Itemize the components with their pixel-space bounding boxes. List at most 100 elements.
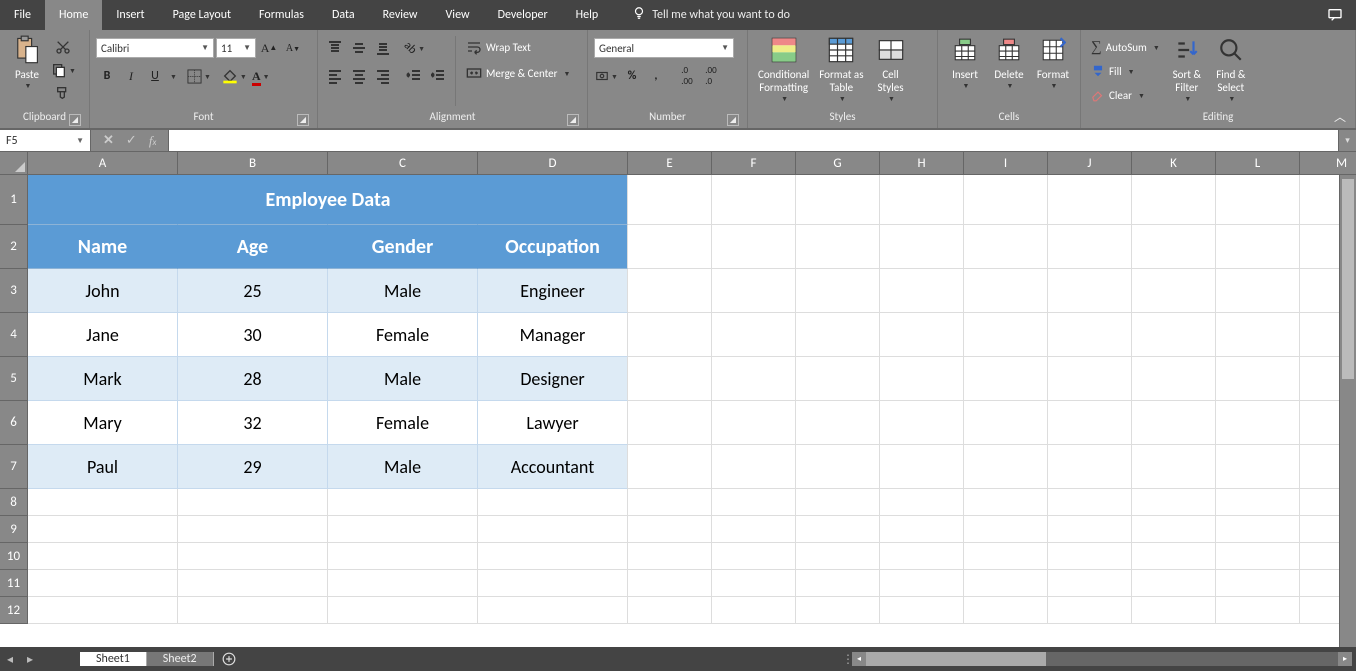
cell[interactable]	[1216, 401, 1300, 445]
cell[interactable]	[964, 269, 1048, 313]
cell[interactable]	[1048, 543, 1132, 570]
cell[interactable]: Lawyer	[478, 401, 628, 445]
cell[interactable]	[628, 357, 712, 401]
formula-input[interactable]	[168, 130, 1338, 151]
sheet-tab-active[interactable]: Sheet1	[80, 652, 147, 666]
fill-color-button[interactable]: ▼	[221, 65, 248, 87]
percent-button[interactable]: %	[621, 65, 643, 87]
cell[interactable]	[1216, 597, 1300, 624]
cell[interactable]	[1048, 570, 1132, 597]
cell[interactable]	[1132, 543, 1216, 570]
column-header[interactable]: B	[178, 152, 328, 175]
cell[interactable]	[628, 570, 712, 597]
cell[interactable]	[1048, 445, 1132, 489]
underline-button[interactable]: U	[144, 65, 166, 87]
cell[interactable]	[1048, 401, 1132, 445]
cell[interactable]	[628, 175, 712, 225]
conditional-formatting-button[interactable]: Conditional Formatting▼	[754, 32, 813, 110]
enter-formula-button[interactable]: ✓	[126, 133, 137, 148]
tab-page-layout[interactable]: Page Layout	[159, 0, 245, 30]
row-header[interactable]: 6	[0, 401, 28, 445]
sheet-tab-other[interactable]: Sheet2	[147, 652, 214, 666]
tab-review[interactable]: Review	[369, 0, 432, 30]
align-left-button[interactable]	[324, 65, 346, 87]
cell[interactable]	[1216, 489, 1300, 516]
cell[interactable]	[880, 597, 964, 624]
cell[interactable]	[796, 313, 880, 357]
cell[interactable]: Female	[328, 401, 478, 445]
tab-home[interactable]: Home	[45, 0, 102, 30]
cell[interactable]: Gender	[328, 225, 478, 269]
orientation-button[interactable]: ab▼	[403, 37, 426, 59]
select-all-corner[interactable]	[0, 152, 28, 175]
cell[interactable]	[796, 269, 880, 313]
cell[interactable]	[178, 570, 328, 597]
row-header[interactable]: 9	[0, 516, 28, 543]
cell[interactable]	[1132, 269, 1216, 313]
cell[interactable]	[964, 313, 1048, 357]
cut-button[interactable]	[50, 36, 77, 58]
autosum-button[interactable]: ∑AutoSum▼	[1087, 36, 1164, 58]
cell[interactable]	[1132, 516, 1216, 543]
cell[interactable]	[28, 175, 178, 225]
cell[interactable]	[880, 357, 964, 401]
chevron-down-icon[interactable]: ▼	[170, 72, 177, 81]
column-header[interactable]: H	[880, 152, 964, 175]
comma-button[interactable]: ,	[645, 65, 667, 87]
cell[interactable]	[1132, 313, 1216, 357]
cell[interactable]	[880, 175, 964, 225]
cell[interactable]	[28, 597, 178, 624]
cell[interactable]	[880, 516, 964, 543]
cell[interactable]	[28, 489, 178, 516]
align-center-button[interactable]	[348, 65, 370, 87]
font-name-combo[interactable]: Calibri▼	[96, 38, 214, 58]
fill-button[interactable]: Fill▼	[1087, 60, 1164, 82]
decrease-indent-button[interactable]	[403, 65, 425, 87]
cell[interactable]	[796, 597, 880, 624]
horizontal-scrollbar[interactable]: ◂▸	[852, 652, 1352, 666]
vertical-scrollbar[interactable]	[1339, 175, 1356, 647]
cell[interactable]: Accountant	[478, 445, 628, 489]
clear-button[interactable]: Clear▼	[1087, 84, 1164, 106]
find-select-button[interactable]: Find & Select▼	[1210, 32, 1252, 110]
cell[interactable]	[1216, 225, 1300, 269]
sort-filter-button[interactable]: Sort & Filter▼	[1166, 32, 1208, 110]
cell[interactable]	[964, 516, 1048, 543]
merge-center-button[interactable]: Merge & Center ▼	[462, 62, 574, 84]
column-header[interactable]: G	[796, 152, 880, 175]
cell[interactable]	[880, 445, 964, 489]
cell[interactable]	[1216, 543, 1300, 570]
cell[interactable]	[712, 570, 796, 597]
column-header[interactable]: M	[1300, 152, 1356, 175]
cell[interactable]	[964, 445, 1048, 489]
cell[interactable]	[1216, 175, 1300, 225]
cell[interactable]	[1048, 597, 1132, 624]
wrap-text-button[interactable]: Wrap Text	[462, 36, 574, 58]
cell[interactable]	[712, 357, 796, 401]
add-sheet-button[interactable]	[214, 652, 244, 666]
cell[interactable]	[478, 570, 628, 597]
cell[interactable]: 25	[178, 269, 328, 313]
cell[interactable]	[178, 175, 328, 225]
tab-view[interactable]: View	[432, 0, 484, 30]
tab-data[interactable]: Data	[318, 0, 369, 30]
cell[interactable]	[628, 516, 712, 543]
increase-decimal-button[interactable]: .0.00	[676, 65, 698, 87]
decrease-decimal-button[interactable]: .00.0	[700, 65, 722, 87]
row-header[interactable]: 8	[0, 489, 28, 516]
cell[interactable]	[712, 225, 796, 269]
expand-formula-bar[interactable]: ▾	[1338, 130, 1356, 151]
format-painter-button[interactable]	[50, 82, 77, 104]
accounting-format-button[interactable]: ▼	[594, 65, 619, 87]
cell-styles-button[interactable]: Cell Styles▼	[870, 32, 912, 110]
cell[interactable]	[628, 225, 712, 269]
cell[interactable]	[880, 269, 964, 313]
cell[interactable]	[796, 445, 880, 489]
row-header[interactable]: 4	[0, 313, 28, 357]
cell[interactable]	[1216, 357, 1300, 401]
font-color-button[interactable]: A▼	[250, 65, 272, 87]
cell[interactable]	[1048, 516, 1132, 543]
column-header[interactable]: F	[712, 152, 796, 175]
cell[interactable]	[880, 570, 964, 597]
cell[interactable]	[328, 570, 478, 597]
